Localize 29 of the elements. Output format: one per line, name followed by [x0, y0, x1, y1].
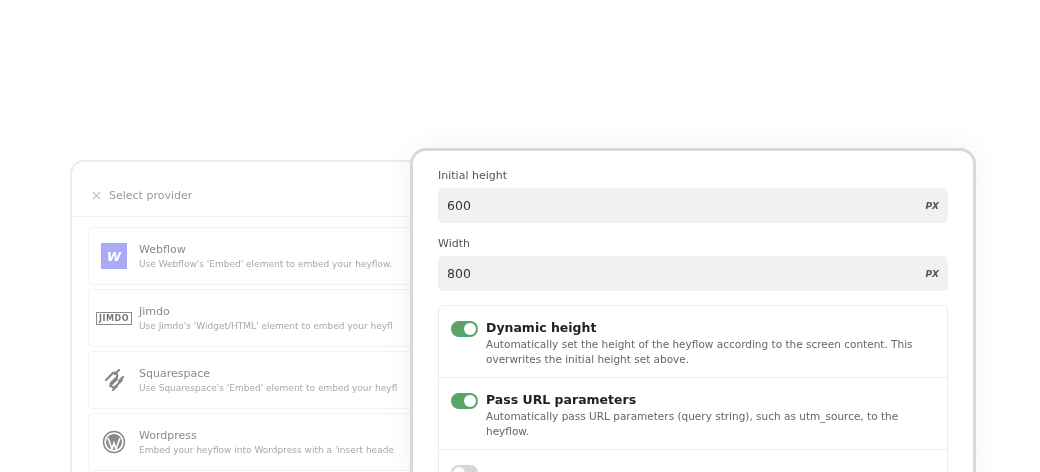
- toggle-description: Automatically set the height of the heyflow according to the screen content. This overwrites the initial height set above.: [486, 337, 914, 367]
- close-icon[interactable]: [92, 190, 101, 200]
- provider-item[interactable]: W Webflow Use Webflow's 'Embed' element to embed your heyflow.: [88, 227, 410, 285]
- jimdo-logo: JIMDO: [96, 311, 132, 325]
- input-field[interactable]: 800 PX: [438, 256, 948, 291]
- toggle-switch[interactable]: [451, 393, 478, 409]
- provider-description: Use Squarespace's 'Embed' element to embed your heyfl: [139, 383, 398, 393]
- wordpress-logo: [102, 430, 126, 454]
- provider-description: Use Webflow's 'Embed' element to embed your heyflow.: [139, 259, 393, 269]
- provider-name: Squarespace: [139, 367, 211, 380]
- provider-name: Webflow: [139, 243, 187, 256]
- provider-item[interactable]: JIMDO Jimdo Use Jimdo's 'Widget/HTML' element to embed your heyfl: [88, 289, 410, 347]
- toggle-description: Automatically pass URL parameters (query string), such as utm_source, to the heyflow.: [486, 409, 900, 439]
- panel-title: Select provider: [109, 188, 193, 202]
- toggle-title: Dynamic height: [486, 320, 598, 335]
- provider-description: Use Jimdo's 'Widget/HTML' element to embed your heyfl: [139, 321, 393, 331]
- input-field[interactable]: 600 PX: [438, 188, 948, 223]
- toggle-switch[interactable]: [451, 321, 478, 337]
- provider-name: Wordpress: [139, 429, 198, 442]
- provider-item[interactable]: Squarespace Use Squarespace's 'Embed' element to embed your heyfl: [88, 351, 410, 409]
- toggle-title: Pass URL parameters: [486, 392, 638, 407]
- webflow-logo: W: [101, 243, 127, 269]
- field-label: Width: [438, 237, 471, 250]
- field-label: Initial height: [438, 169, 508, 182]
- provider-name: Jimdo: [139, 305, 171, 318]
- unit-label: PX: [925, 200, 939, 211]
- provider-item[interactable]: Wordpress Embed your heyflow into Wordpress with a 'insert heade: [88, 413, 410, 471]
- provider-description: Embed your heyflow into Wordpress with a 'insert heade: [139, 445, 394, 455]
- unit-label: PX: [925, 268, 939, 279]
